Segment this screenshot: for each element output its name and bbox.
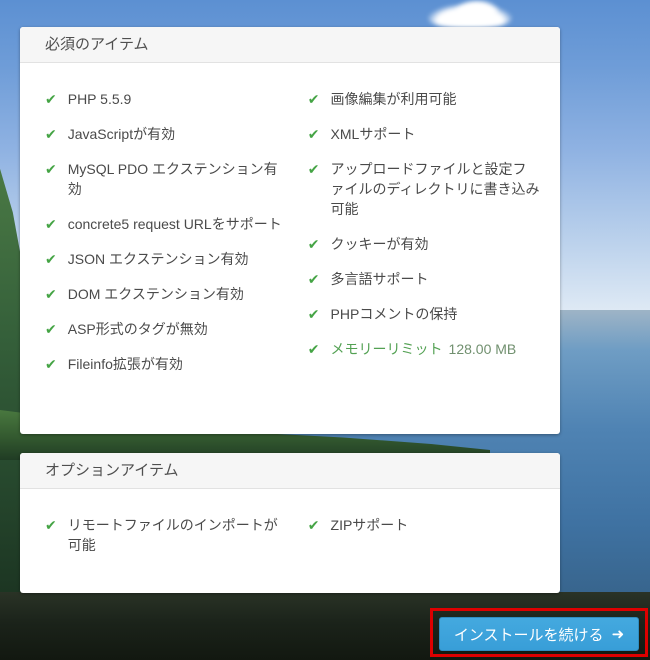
check-icon: ✔ [45,249,57,269]
memory-limit-value: 128.00 MB [449,341,517,357]
memory-limit-label: メモリーリミット [331,341,443,357]
optional-items-header: オプションアイテム [20,453,560,489]
check-icon: ✔ [308,89,320,109]
requirement-item-asp-tags: ✔ ASP形式のタグが無効 [45,319,287,339]
requirement-item-cookies: ✔ クッキーが有効 [308,234,540,254]
requirement-item-xml: ✔ XMLサポート [308,124,540,144]
install-requirements-page: 必須のアイテム ✔ PHP 5.5.9 ✔ JavaScriptが有効 ✔ My… [0,0,650,660]
requirement-item-multilingual: ✔ 多言語サポート [308,269,540,289]
required-items-panel: 必須のアイテム ✔ PHP 5.5.9 ✔ JavaScriptが有効 ✔ My… [20,27,560,434]
check-icon: ✔ [308,124,320,144]
check-icon: ✔ [308,339,320,359]
requirement-item-php-comments: ✔ PHPコメントの保持 [308,304,540,324]
check-icon: ✔ [308,515,320,535]
requirement-item-writable-dirs: ✔ アップロードファイルと設定ファイルのディレクトリに書き込み可能 [308,159,540,219]
optional-item-remote-import: ✔ リモートファイルのインポートが可能 [45,515,287,555]
required-items-header: 必須のアイテム [20,27,560,63]
requirement-item-memory-limit: ✔ メモリーリミット 128.00 MB [308,339,540,359]
arrow-right-icon: ➜ [612,627,625,642]
check-icon: ✔ [308,159,320,179]
requirement-item-json: ✔ JSON エクステンション有効 [45,249,287,269]
cloud [455,0,499,18]
optional-item-zip: ✔ ZIPサポート [308,515,540,535]
required-items-left-column: ✔ PHP 5.5.9 ✔ JavaScriptが有効 ✔ MySQL PDO … [45,89,287,389]
requirement-item-php: ✔ PHP 5.5.9 [45,89,287,109]
check-icon: ✔ [45,319,57,339]
check-icon: ✔ [308,269,320,289]
requirement-item-dom: ✔ DOM エクステンション有効 [45,284,287,304]
requirement-item-javascript: ✔ JavaScriptが有効 [45,124,287,144]
requirement-item-request-url: ✔ concrete5 request URLをサポート [45,214,287,234]
optional-items-right-column: ✔ ZIPサポート [308,515,540,570]
check-icon: ✔ [308,304,320,324]
requirement-item-fileinfo: ✔ Fileinfo拡張が有効 [45,354,287,374]
check-icon: ✔ [45,124,57,144]
check-icon: ✔ [45,354,57,374]
check-icon: ✔ [45,214,57,234]
required-items-right-column: ✔ 画像編集が利用可能 ✔ XMLサポート ✔ アップロードファイルと設定ファイ… [308,89,540,389]
check-icon: ✔ [45,89,57,109]
continue-install-button[interactable]: インストールを続ける ➜ [439,617,639,651]
check-icon: ✔ [45,159,57,179]
optional-items-left-column: ✔ リモートファイルのインポートが可能 [45,515,287,570]
continue-install-label: インストールを続ける [454,624,604,645]
check-icon: ✔ [45,515,57,535]
required-items-body: ✔ PHP 5.5.9 ✔ JavaScriptが有効 ✔ MySQL PDO … [20,63,560,389]
optional-items-panel: オプションアイテム ✔ リモートファイルのインポートが可能 ✔ ZIPサポート [20,453,560,593]
check-icon: ✔ [308,234,320,254]
requirement-item-image-editing: ✔ 画像編集が利用可能 [308,89,540,109]
check-icon: ✔ [45,284,57,304]
requirement-item-mysql-pdo: ✔ MySQL PDO エクステンション有効 [45,159,287,199]
optional-items-body: ✔ リモートファイルのインポートが可能 ✔ ZIPサポート [20,489,560,570]
